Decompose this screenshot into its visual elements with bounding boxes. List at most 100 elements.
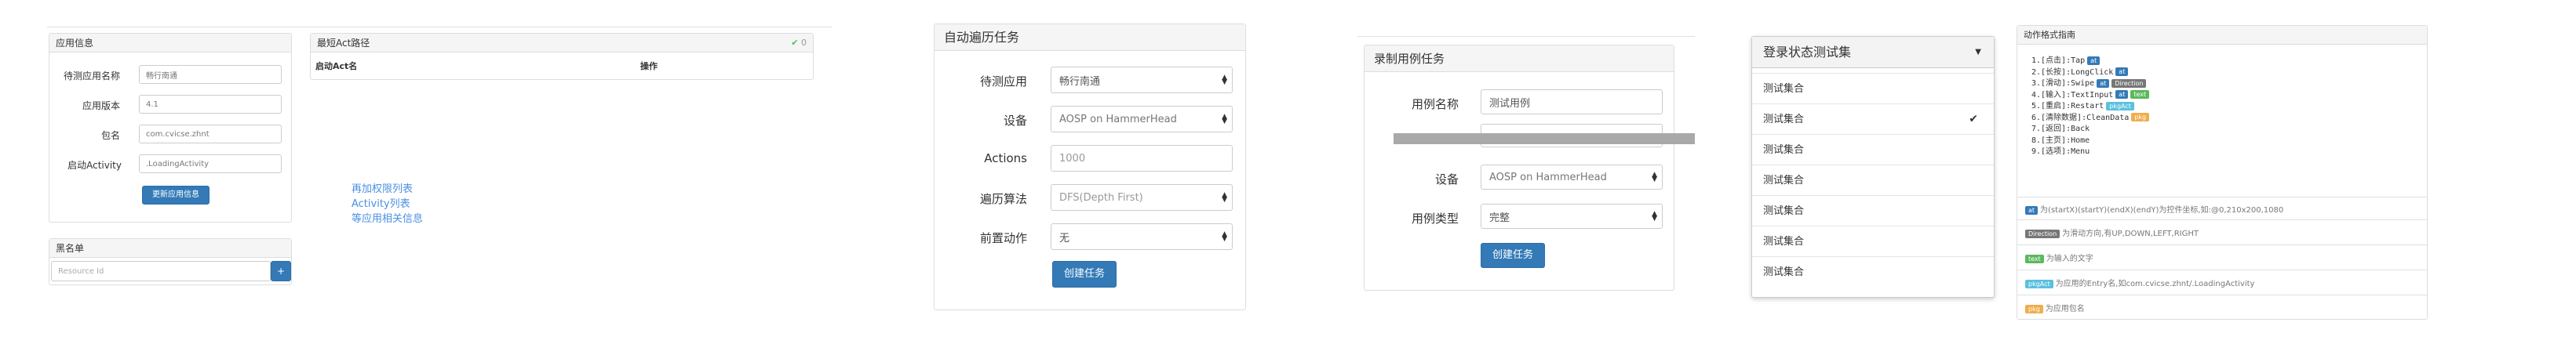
pre-action-label: 前置动作	[979, 231, 1027, 245]
test-set-selected: 登录状态测试集	[1763, 45, 1852, 60]
create-traverse-task-button[interactable]: 创建任务	[1052, 261, 1117, 288]
action-text: 8.[主页]:Home	[2031, 136, 2090, 145]
pre-action-value: 无	[1059, 232, 1070, 244]
option-label: 测试集合	[1763, 114, 1805, 125]
activity-list-link[interactable]: Activity列表	[352, 195, 410, 210]
blacklist-input[interactable]: Resource Id	[51, 261, 271, 281]
record-case-panel: 录制用例任务 用例名称 测试用例 设备 AOSP on HammerHead ▲ ▼…	[1364, 45, 1674, 291]
at-badge: at	[2087, 56, 2101, 65]
path-count-badge: ✔ 0	[791, 38, 807, 48]
launch-activity-label: 启动Activity	[67, 160, 122, 171]
col-start-act: 启动Act名	[315, 61, 358, 71]
updown-icon: ▲ ▼	[1222, 113, 1227, 125]
case-type-label: 用例类型	[1411, 212, 1459, 226]
shortest-path-title: 最短Act路径	[311, 34, 813, 53]
record-case-title: 录制用例任务	[1365, 45, 1674, 72]
test-set-option[interactable]: 测试集合	[1752, 165, 1994, 195]
auto-traverse-title: 自动遍历任务	[935, 24, 1245, 51]
test-set-option[interactable]: 测试集合	[1752, 134, 1994, 165]
note-row: text 为输入的文字	[2025, 252, 2093, 263]
path-count: 0	[801, 38, 807, 48]
app-version-field[interactable]: 4.1	[139, 95, 282, 114]
blacklist-add-button[interactable]: +	[271, 261, 291, 281]
create-record-task-button[interactable]: 创建任务	[1481, 243, 1545, 268]
algorithm-select[interactable]: DFS(Depth First) ▲ ▼	[1051, 184, 1233, 211]
package-field[interactable]: com.cvicse.zhnt	[139, 125, 282, 143]
record-device-label: 设备	[1434, 172, 1459, 186]
option-label: 测试集合	[1763, 83, 1805, 95]
test-set-option[interactable]: 测试集合	[1752, 73, 1994, 103]
update-app-info-button[interactable]: 更新应用信息	[142, 186, 210, 205]
check-icon: ✔	[1969, 113, 1978, 125]
option-label: 测试集合	[1763, 144, 1805, 156]
app-name-value: 畅行南通	[146, 71, 177, 81]
shortest-path-panel: 最短Act路径 ✔ 0 启动Act名 操作	[310, 33, 814, 80]
action-format-title: 动作格式指南	[2017, 26, 2427, 45]
pkg-badge: pkg	[2131, 113, 2150, 121]
pkgact-badge: pkgAct	[2025, 279, 2053, 288]
device-label: 设备	[1003, 114, 1027, 128]
at-badge: at	[2115, 67, 2129, 76]
actions-value: 1000	[1059, 152, 1086, 165]
note-text: 为应用包名	[2045, 305, 2085, 313]
case-type-select[interactable]: 完整 ▲ ▼	[1481, 204, 1663, 229]
option-label: 测试集合	[1763, 175, 1805, 186]
launch-activity-value: .LoadingActivity	[146, 159, 210, 168]
target-app-select[interactable]: 畅行南通 ▲ ▼	[1051, 67, 1233, 93]
action-format-panel: 动作格式指南 1.[点击]:Tap at 2.[长按]:LongClick at 3…	[2017, 25, 2428, 320]
permission-list-link[interactable]: 再加权限列表	[352, 180, 413, 195]
target-app-value: 畅行南通	[1059, 75, 1101, 88]
note-text: 为(startX)(startY)(endX)(endY)为控件坐标,如:@0,…	[2040, 206, 2284, 215]
action-list: 1.[点击]:Tap at 2.[长按]:LongClick at 3.[滑动]:S…	[2031, 56, 2150, 158]
target-app-label: 待测应用	[979, 74, 1027, 89]
action-text: 3.[滑动]:Swipe	[2031, 79, 2095, 88]
at-badge: at	[2115, 90, 2129, 99]
action-line: 3.[滑动]:Swipe at Direction	[2031, 78, 2149, 90]
action-text: 4.[输入]:TextInput	[2031, 90, 2114, 100]
col-operation: 操作	[640, 61, 658, 71]
updown-icon: ▲ ▼	[1222, 230, 1227, 243]
option-label: 测试集合	[1763, 266, 1805, 278]
blacklist-placeholder: Resource Id	[58, 266, 104, 276]
note-row: at 为(startX)(startY)(endX)(endY)为控件坐标,如:@…	[2025, 203, 2283, 215]
app-version-value: 4.1	[146, 100, 158, 109]
launch-activity-field[interactable]: .LoadingActivity	[139, 154, 282, 173]
record-device-select[interactable]: AOSP on HammerHead ▲ ▼	[1481, 165, 1663, 190]
option-label: 测试集合	[1763, 205, 1805, 217]
test-set-option[interactable]: 测试集合	[1752, 195, 1994, 226]
case-name-value: 测试用例	[1489, 97, 1531, 110]
note-row: pkgAct 为应用的Entry名,如com.cvicse.zhnt/.Loadi…	[2025, 277, 2254, 288]
note-text: 为滑动方向,有UP,DOWN,LEFT,RIGHT	[2062, 230, 2199, 238]
app-name-field[interactable]: 畅行南通	[139, 65, 282, 84]
updown-icon: ▲ ▼	[1652, 171, 1657, 183]
direction-badge: Direction	[2025, 229, 2060, 238]
test-set-option[interactable]: 测试集合	[1752, 226, 1994, 256]
at-badge: at	[2025, 205, 2039, 215]
test-set-option-selected[interactable]: 测试集合 ✔	[1752, 103, 1994, 134]
note-row: pkg 为应用包名	[2025, 302, 2085, 313]
test-set-option[interactable]: 测试集合	[1752, 256, 1994, 287]
app-version-label: 应用版本	[82, 100, 120, 111]
app-info-panel: 应用信息 待测应用名称 畅行南通 应用版本 4.1 包名 com.cvicse.…	[49, 33, 292, 223]
app-info-link[interactable]: 等应用相关信息	[352, 210, 423, 225]
actions-label: Actions	[984, 151, 1027, 165]
device-select[interactable]: AOSP on HammerHead ▲ ▼	[1051, 106, 1233, 132]
action-line: 8.[主页]:Home	[2031, 136, 2149, 147]
package-value: com.cvicse.zhnt	[146, 129, 210, 139]
test-set-select[interactable]: 登录状态测试集 ▼	[1752, 37, 1994, 68]
algorithm-label: 遍历算法	[979, 192, 1027, 206]
case-name-input[interactable]: 测试用例	[1481, 89, 1663, 114]
pre-action-select[interactable]: 无 ▲ ▼	[1051, 223, 1233, 250]
app-name-label: 待测应用名称	[63, 71, 120, 81]
actions-input[interactable]: 1000	[1051, 145, 1233, 172]
caret-down-icon: ▼	[1975, 48, 1981, 56]
blacklist-panel: 黑名单 Resource Id +	[49, 238, 292, 285]
action-text: 1.[点击]:Tap	[2031, 56, 2086, 65]
action-line: 2.[长按]:LongClick at	[2031, 67, 2149, 79]
notes-divider	[2017, 244, 2427, 245]
updown-icon: ▲ ▼	[1222, 191, 1227, 204]
record-top-divider	[1357, 36, 1695, 37]
action-text: 2.[长按]:LongClick	[2031, 67, 2114, 77]
action-line: 5.[重启]:Restart pkgAct	[2031, 101, 2149, 113]
action-line: 1.[点击]:Tap at	[2031, 56, 2149, 67]
